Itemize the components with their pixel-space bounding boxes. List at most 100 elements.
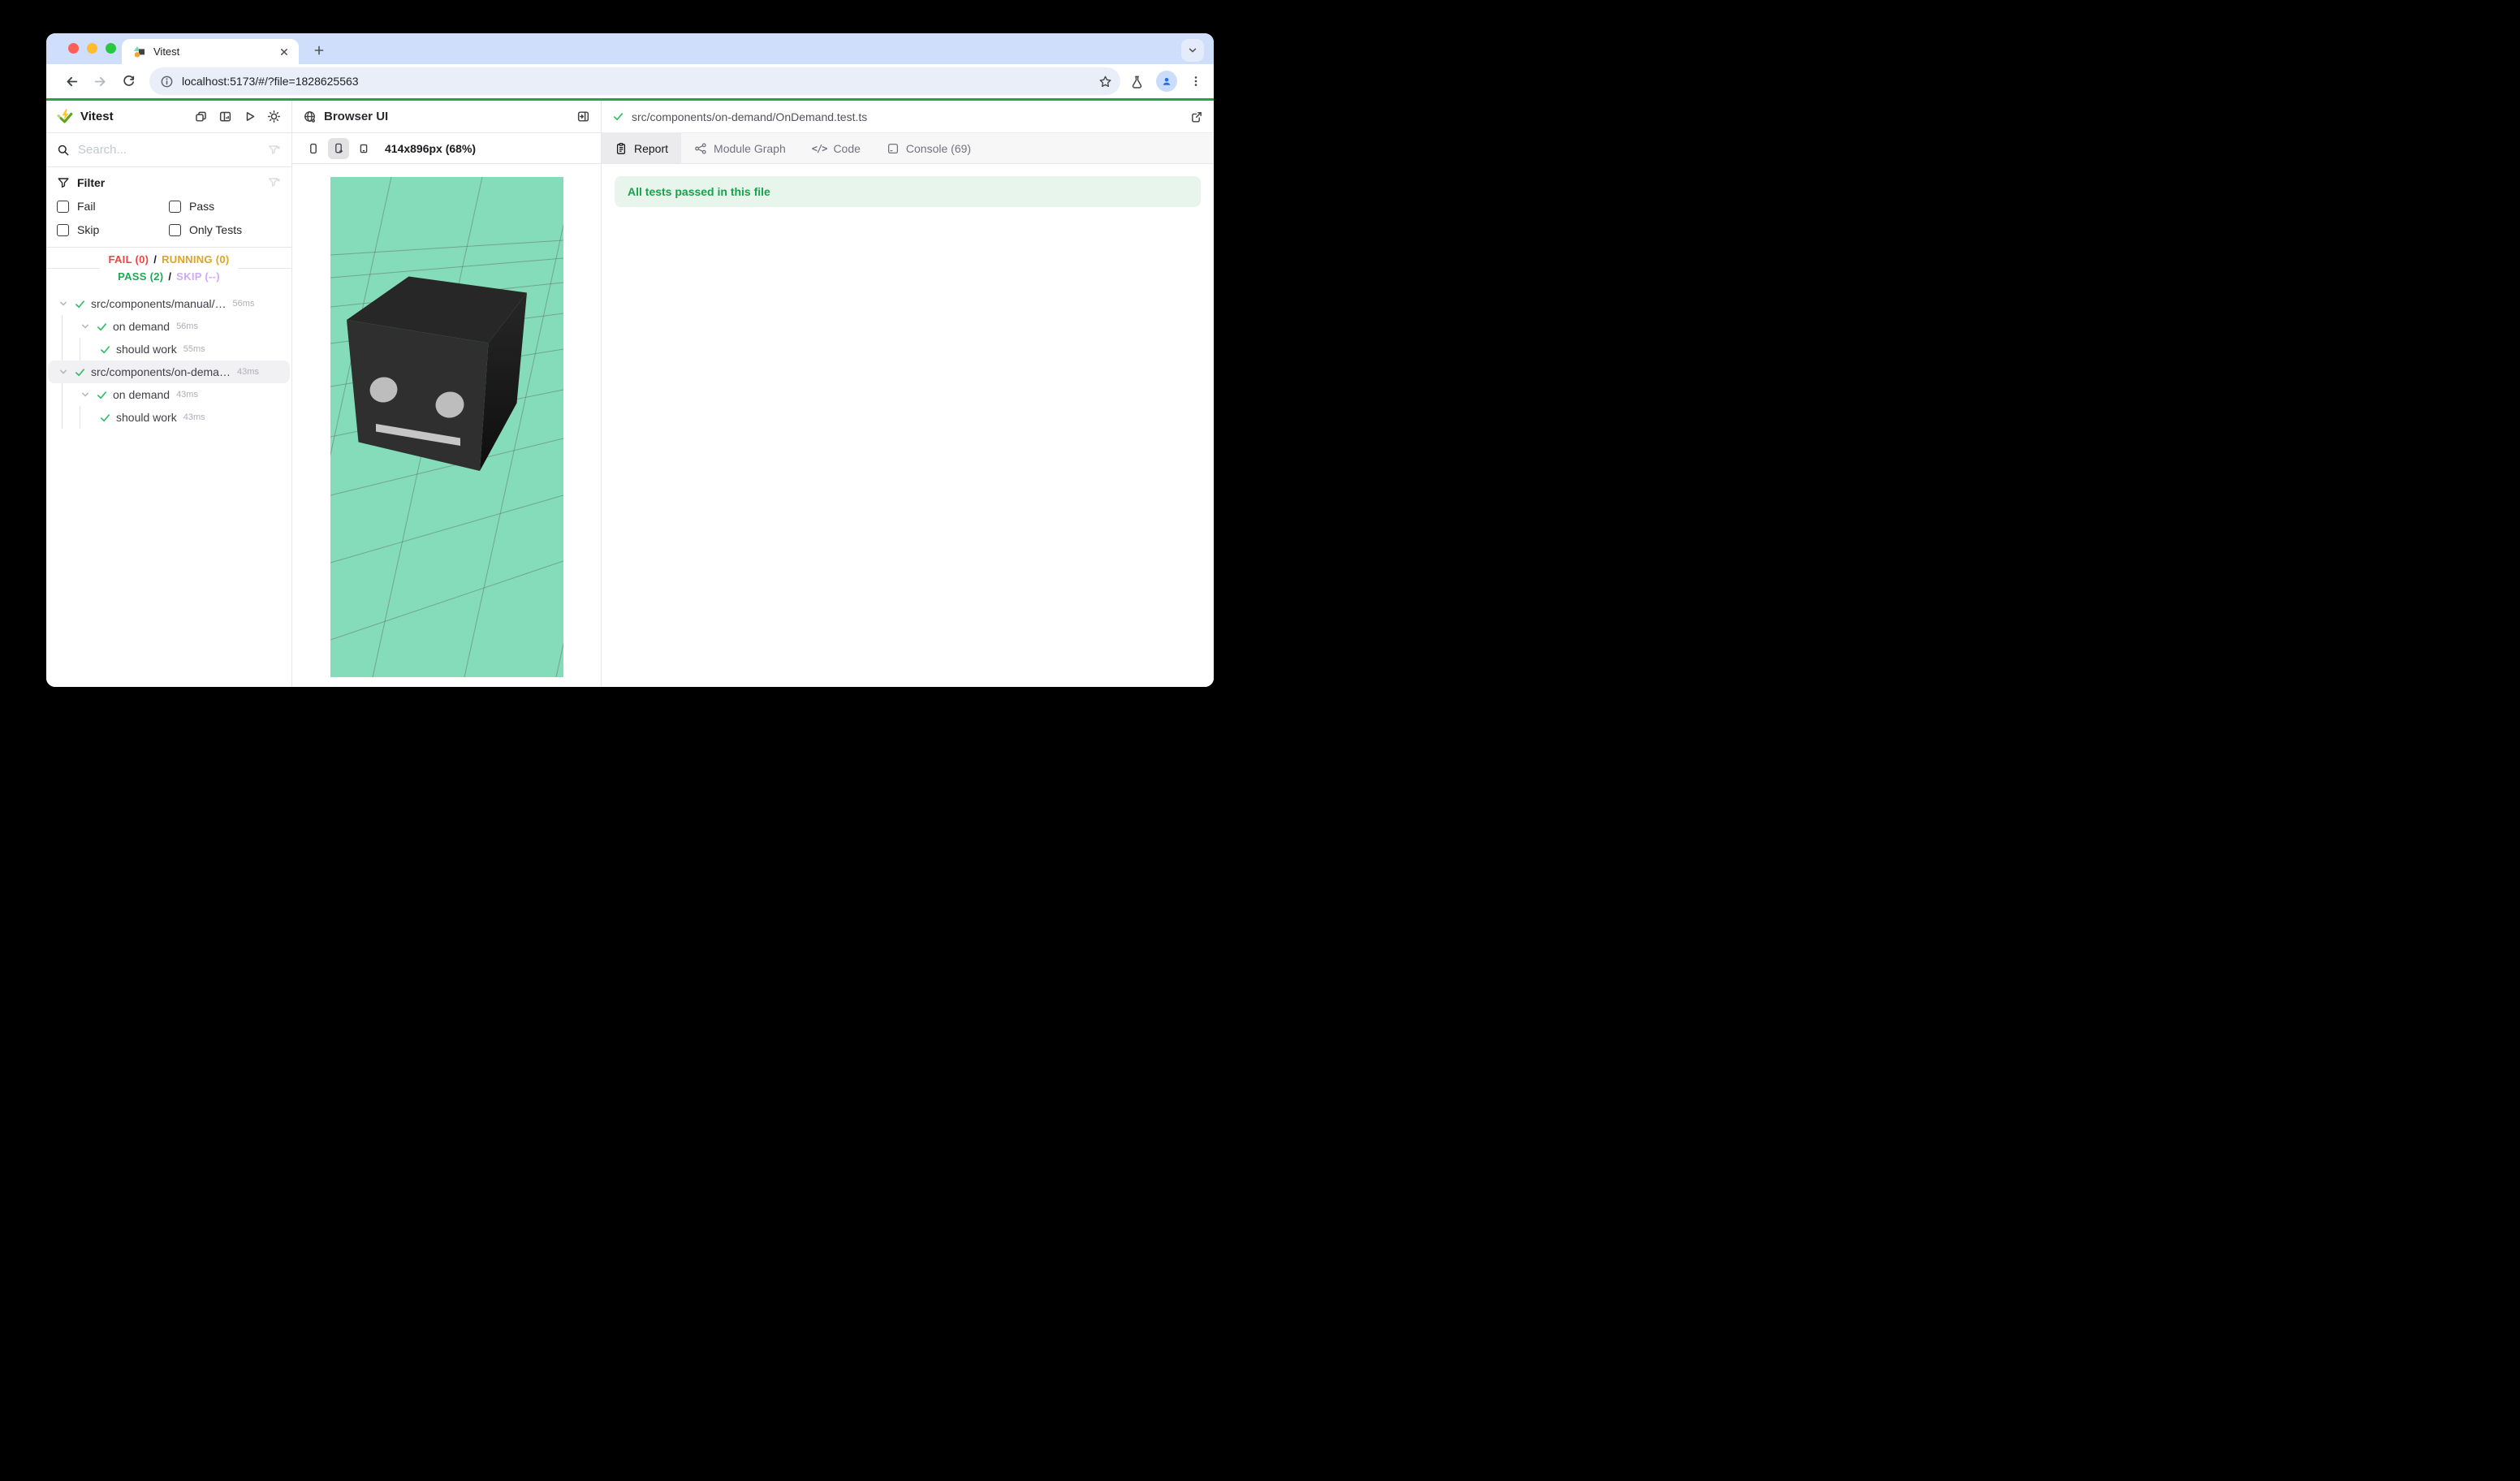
clear-filter-icon[interactable] — [268, 144, 281, 157]
mobile-small-icon — [357, 142, 370, 155]
only-tests-checkbox[interactable] — [169, 224, 181, 236]
back-button[interactable] — [61, 71, 82, 92]
sidebar-header: Vitest — [46, 101, 291, 133]
tab-module-graph[interactable]: Module Graph — [681, 133, 799, 163]
filter-option-skip[interactable]: Skip — [57, 223, 169, 236]
run-all-button[interactable] — [243, 110, 257, 123]
fail-count: FAIL (0) — [108, 253, 149, 266]
console-icon — [887, 142, 900, 155]
skip-count: SKIP (--) — [176, 270, 220, 283]
experiments-flask-icon[interactable] — [1130, 75, 1144, 89]
dock-panel-button[interactable] — [576, 110, 590, 123]
close-window-button[interactable] — [68, 43, 79, 54]
sun-icon — [267, 110, 281, 123]
url-text[interactable]: localhost:5173/#/?file=1828625563 — [182, 75, 1098, 88]
funnel-icon — [57, 176, 70, 189]
test-suite-row[interactable]: on demand 43ms — [48, 383, 290, 406]
browser-toolbar: localhost:5173/#/?file=1828625563 — [46, 64, 1214, 98]
fail-checkbox[interactable] — [57, 201, 69, 213]
test-detail-panel: src/components/on-demand/OnDemand.test.t… — [602, 101, 1214, 687]
forward-arrow-icon — [93, 75, 107, 89]
chevron-down-icon[interactable] — [58, 366, 69, 378]
minimize-window-button[interactable] — [87, 43, 97, 54]
reload-button[interactable] — [118, 71, 139, 92]
forward-button[interactable] — [89, 71, 110, 92]
search-input[interactable] — [78, 143, 268, 157]
skip-checkbox[interactable] — [57, 224, 69, 236]
chevron-down-icon[interactable] — [80, 389, 91, 400]
preview-header: Browser UI — [292, 101, 601, 133]
test-case-row[interactable]: should work 55ms — [48, 338, 290, 361]
test-file-row[interactable]: src/components/manual/… 56ms — [48, 292, 290, 315]
play-icon — [243, 110, 257, 123]
theme-toggle-button[interactable] — [267, 110, 281, 123]
new-tab-button[interactable] — [308, 39, 330, 62]
test-suite-row[interactable]: on demand 56ms — [48, 315, 290, 338]
browser-preview-scene[interactable] — [330, 177, 563, 677]
device-toolbar: 414x896px (68%) — [292, 133, 601, 164]
favicon — [133, 45, 146, 58]
indent-guide — [62, 338, 63, 361]
clear-filter-icon[interactable] — [268, 176, 281, 189]
tab-close-icon[interactable] — [278, 45, 291, 58]
browser-window: Vitest — [46, 33, 1214, 687]
bookmark-star-icon[interactable] — [1098, 75, 1112, 89]
browser-preview-panel: Browser UI — [292, 101, 602, 687]
traffic-lights — [68, 43, 116, 54]
test-case-row[interactable]: should work 43ms — [48, 406, 290, 429]
chevron-down-icon[interactable] — [80, 321, 91, 332]
browser-tab[interactable]: Vitest — [122, 39, 299, 64]
phone-plus-icon — [332, 142, 345, 155]
chevron-down-icon[interactable] — [58, 298, 69, 309]
dashboard-button[interactable] — [218, 110, 232, 123]
pass-checkbox[interactable] — [169, 201, 181, 213]
filter-option-only-tests[interactable]: Only Tests — [169, 223, 281, 236]
panel-right-icon — [576, 110, 590, 123]
check-icon — [74, 298, 86, 310]
device-phone-button[interactable] — [303, 138, 324, 159]
profile-avatar[interactable] — [1156, 71, 1177, 92]
pass-count: PASS (2) — [118, 270, 163, 283]
vitest-ui: Vitest — [46, 101, 1214, 687]
test-file-path: src/components/on-demand/OnDemand.test.t… — [632, 110, 1190, 123]
check-icon — [96, 389, 108, 401]
check-icon — [612, 110, 624, 123]
open-external-button[interactable] — [1190, 110, 1203, 123]
tab-title: Vitest — [153, 45, 278, 58]
all-tests-passed-banner: All tests passed in this file — [615, 176, 1201, 207]
filter-options: Fail Pass Skip Only Tests — [57, 200, 281, 236]
filter-option-fail[interactable]: Fail — [57, 200, 169, 213]
sidebar-actions — [194, 110, 281, 123]
check-icon — [99, 343, 111, 356]
report-content: All tests passed in this file — [602, 164, 1214, 687]
test-file-row-selected[interactable]: src/components/on-dema… 43ms — [48, 361, 290, 383]
indent-guide — [62, 315, 63, 338]
check-icon — [99, 412, 111, 424]
device-phone-plus-button[interactable] — [328, 138, 349, 159]
site-info-icon[interactable] — [160, 75, 174, 89]
preview-title: Browser UI — [324, 110, 576, 123]
filter-option-pass[interactable]: Pass — [169, 200, 281, 213]
indent-guide — [62, 406, 63, 429]
back-arrow-icon — [65, 75, 79, 89]
tab-strip: Vitest — [46, 33, 1214, 64]
tab-console[interactable]: Console (69) — [874, 133, 984, 163]
device-mobile-small-button[interactable] — [353, 138, 374, 159]
tab-code[interactable]: </> Code — [799, 133, 874, 163]
address-bar[interactable]: localhost:5173/#/?file=1828625563 — [149, 67, 1120, 95]
module-graph-icon — [694, 142, 707, 155]
app-title: Vitest — [80, 110, 194, 123]
collapse-windows-button[interactable] — [194, 110, 208, 123]
check-icon — [96, 321, 108, 333]
menu-kebab-icon[interactable] — [1189, 75, 1202, 88]
filter-title: Filter — [77, 176, 268, 189]
tab-search-button[interactable] — [1181, 39, 1204, 62]
vitest-logo-icon — [57, 109, 73, 125]
search-row — [46, 133, 291, 167]
zoom-window-button[interactable] — [106, 43, 116, 54]
test-tree: src/components/manual/… 56ms on demand 5… — [46, 285, 291, 687]
viewport-size-label: 414x896px (68%) — [385, 142, 476, 155]
tab-report[interactable]: Report — [602, 133, 681, 163]
phone-icon — [307, 142, 320, 155]
filter-section: Filter Fail Pass — [46, 167, 291, 248]
